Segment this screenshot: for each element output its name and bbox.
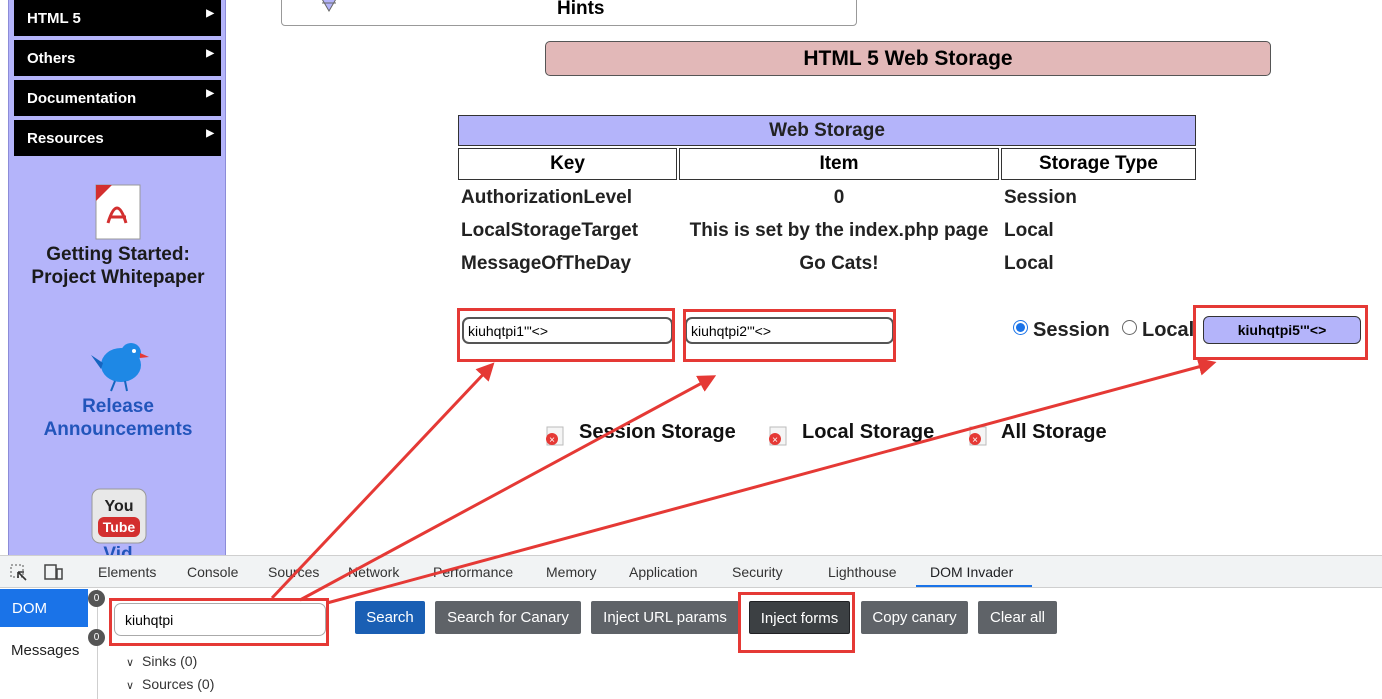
all-storage-link[interactable]: All Storage [1001, 421, 1107, 444]
local-storage-link[interactable]: Local Storage [802, 421, 934, 444]
storage-type-cell: Session [1004, 186, 1077, 208]
left-navigation: HTML 5 ▶ Others ▶ Documentation ▶ Resour… [8, 0, 226, 560]
table-row: LocalStorageTarget This is set by the in… [458, 215, 1196, 246]
table-row: MessageOfTheDay Go Cats! Local [458, 248, 1196, 279]
menu-item-resources[interactable]: Resources ▶ [14, 120, 221, 158]
tab-dom-invader[interactable]: DOM Invader [930, 564, 1013, 580]
tree-label: Sources (0) [142, 676, 215, 692]
submenu-arrow-icon: ▶ [206, 48, 214, 59]
sinks-tree-row[interactable]: ∨ Sinks (0) [126, 653, 197, 669]
submenu-arrow-icon: ▶ [206, 128, 214, 139]
tab-memory[interactable]: Memory [546, 564, 597, 580]
pdf-document-icon[interactable] [92, 183, 144, 241]
canary-input[interactable] [114, 603, 326, 636]
promo-label: Project Whitepaper [31, 267, 205, 288]
twitter-bird-icon[interactable] [87, 333, 155, 395]
submenu-arrow-icon: ▶ [206, 88, 214, 99]
search-for-canary-button[interactable]: Search for Canary [435, 601, 581, 634]
item-cell: 0 [833, 186, 845, 208]
promo-label: Getting Started: [46, 244, 190, 265]
inspect-element-icon[interactable] [8, 562, 30, 582]
inject-forms-button[interactable]: Inject forms [749, 601, 850, 634]
menu-item-others[interactable]: Others ▶ [14, 40, 221, 78]
page-title: HTML 5 Web Storage [545, 41, 1271, 76]
storage-type-cell: Local [1004, 219, 1054, 241]
dom-invader-sidebar: DOM Messages [0, 589, 98, 699]
menu-item-label: Documentation [27, 90, 137, 107]
device-toggle-icon[interactable] [42, 562, 64, 582]
key-input[interactable] [462, 317, 673, 344]
tab-lighthouse[interactable]: Lighthouse [828, 564, 897, 580]
item-cell: This is set by the index.php page [689, 219, 989, 241]
delete-icon[interactable]: × [766, 425, 790, 447]
chevron-down-icon: ∨ [126, 680, 135, 692]
svg-text:×: × [972, 435, 978, 446]
tab-sources[interactable]: Sources [268, 564, 319, 580]
menu-item-documentation[interactable]: Documentation ▶ [14, 80, 221, 118]
sidebar-item-messages[interactable]: Messages [0, 631, 90, 669]
tab-security[interactable]: Security [732, 564, 783, 580]
menu-item-label: Resources [27, 130, 104, 147]
web-storage-table: Web Storage Key Item Storage Type Author… [456, 113, 1198, 281]
hints-panel[interactable]: Hints [281, 0, 857, 26]
search-button[interactable]: Search [355, 601, 425, 634]
clear-all-button[interactable]: Clear all [978, 601, 1057, 634]
tab-application[interactable]: Application [629, 564, 698, 580]
devtools-tabbar: Elements Console Sources Network Perform… [0, 556, 1382, 588]
tab-elements[interactable]: Elements [98, 564, 156, 580]
sidebar-item-dom[interactable]: DOM [0, 589, 88, 627]
local-radio[interactable] [1122, 320, 1137, 335]
active-tab-indicator [916, 585, 1032, 587]
sidebar-item-label: DOM [12, 600, 47, 617]
table-row: AuthorizationLevel 0 Session [458, 182, 1196, 213]
session-radio-label: Session [1033, 319, 1110, 341]
tab-performance[interactable]: Performance [433, 564, 513, 580]
key-cell: MessageOfTheDay [461, 252, 632, 274]
dom-count-badge: 0 [88, 590, 105, 607]
submenu-arrow-icon: ▶ [206, 8, 214, 19]
sidebar-item-label: Messages [11, 642, 80, 659]
whitepaper-link[interactable]: Getting Started: Project Whitepaper [9, 243, 227, 289]
svg-text:You: You [104, 498, 133, 515]
table-caption: Web Storage [458, 115, 1196, 146]
youtube-icon[interactable]: You Tube [90, 487, 148, 545]
menu-item-html5[interactable]: HTML 5 ▶ [14, 0, 221, 38]
column-header-storage-type: Storage Type [1001, 148, 1196, 180]
delete-icon[interactable]: × [966, 425, 990, 447]
copy-canary-button[interactable]: Copy canary [861, 601, 968, 634]
menu-item-label: Others [27, 50, 76, 67]
messages-count-badge: 0 [88, 629, 105, 646]
session-storage-link[interactable]: Session Storage [579, 421, 736, 444]
session-radio[interactable] [1013, 320, 1028, 335]
sources-tree-row[interactable]: ∨ Sources (0) [126, 676, 214, 692]
storage-type-cell: Local [1004, 252, 1054, 274]
promo-label: Announcements [43, 419, 193, 440]
local-radio-label: Local [1142, 319, 1195, 341]
add-storage-button[interactable]: kiuhqtpi5'"<> [1203, 316, 1361, 344]
svg-text:×: × [772, 435, 778, 446]
item-cell: Go Cats! [799, 252, 879, 274]
delete-icon[interactable]: × [543, 425, 567, 447]
release-announcements-link[interactable]: Release Announcements [9, 395, 227, 441]
tree-label: Sinks (0) [142, 653, 198, 669]
tab-console[interactable]: Console [187, 564, 238, 580]
menu-item-label: HTML 5 [27, 10, 81, 27]
column-header-key: Key [458, 148, 677, 180]
promo-label: Release [82, 396, 154, 417]
key-cell: AuthorizationLevel [461, 186, 633, 208]
column-header-item: Item [679, 148, 999, 180]
inject-url-params-button[interactable]: Inject URL params [591, 601, 739, 634]
svg-text:×: × [549, 435, 555, 446]
chevron-down-icon: ∨ [126, 657, 135, 669]
svg-text:Tube: Tube [103, 519, 136, 535]
key-cell: LocalStorageTarget [461, 219, 639, 241]
item-input[interactable] [685, 317, 894, 344]
expand-arrow-icon [322, 0, 336, 12]
tab-network[interactable]: Network [348, 564, 399, 580]
hints-title: Hints [557, 0, 605, 19]
